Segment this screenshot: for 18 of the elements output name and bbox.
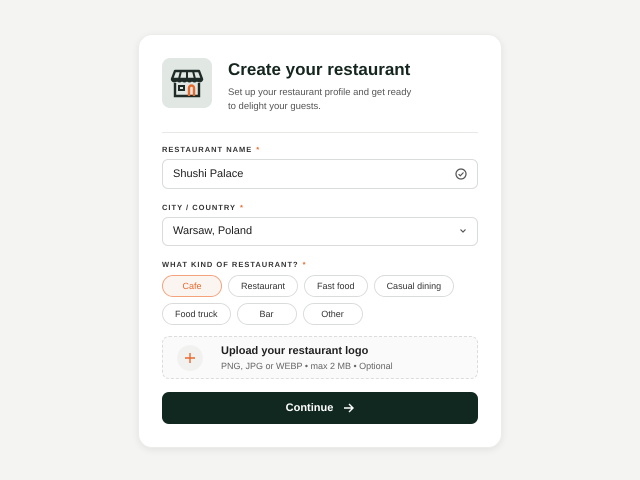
option-chip[interactable]: Bar <box>236 303 297 326</box>
upload-title: Upload your restaurant logo <box>221 344 370 357</box>
plus-icon <box>177 344 203 371</box>
select-field[interactable]: Warsaw, Poland <box>162 216 478 246</box>
arrow-right-icon <box>343 403 354 414</box>
option-chip[interactable]: Casual dining <box>374 275 454 298</box>
continue-button[interactable]: Continue <box>162 392 478 424</box>
form-subtitle: Set up your restaurant profile and get ready to delight your guests. <box>228 86 412 114</box>
option-chip[interactable]: Fast food <box>304 275 368 298</box>
form-title: Create your restaurant <box>228 60 412 80</box>
option-chip[interactable]: Restaurant <box>228 275 298 298</box>
option-chip[interactable]: Other <box>302 303 363 326</box>
upload-area[interactable]: Upload your restaurant logo PNG, JPG or WEBP • max 2 MB • Optional <box>162 336 478 380</box>
input-field[interactable]: Shushi Palace <box>162 158 478 189</box>
store-icon <box>162 58 212 108</box>
option-chip[interactable]: Food truck <box>162 303 231 326</box>
chevron-down-icon <box>459 228 467 234</box>
upload-hint: PNG, JPG or WEBP • max 2 MB • Optional <box>221 360 393 371</box>
